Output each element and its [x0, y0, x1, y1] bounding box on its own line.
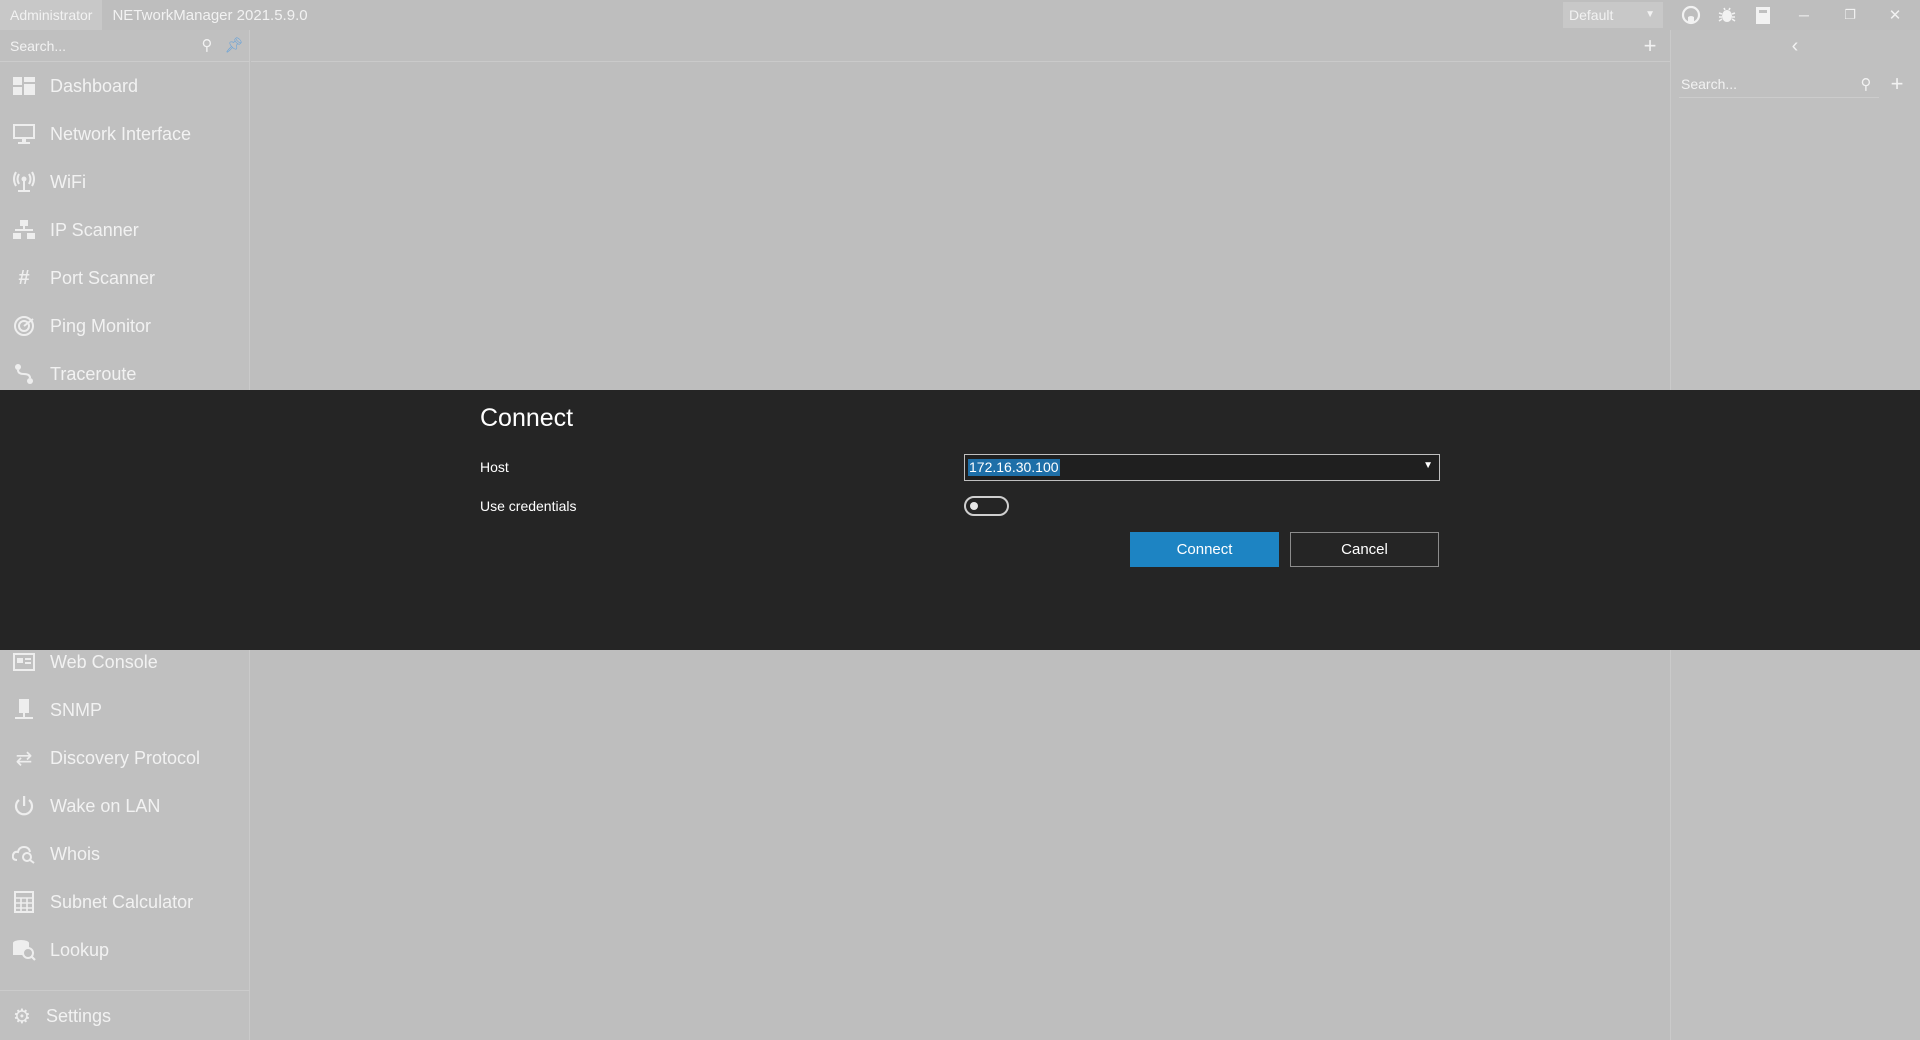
bug-icon[interactable]: [1715, 3, 1739, 27]
lookup-icon: [11, 937, 37, 963]
title-bar: Administrator NETworkManager 2021.5.9.0 …: [0, 0, 1920, 30]
use-credentials-toggle[interactable]: [964, 496, 1009, 516]
sidebar-item-dashboard[interactable]: Dashboard: [0, 66, 250, 106]
sidebar-item-label: Subnet Calculator: [50, 891, 194, 912]
chevron-down-icon: ▼: [1645, 9, 1655, 20]
sidebar-item-label: Network Interface: [50, 123, 192, 144]
sidebar-divider: [0, 990, 250, 991]
minimize-icon[interactable]: ─: [1792, 3, 1816, 27]
host-label: Host: [480, 459, 509, 475]
gear-icon: ⚙: [13, 1005, 31, 1028]
sidebar-search: ⚲ 📌︎: [0, 30, 250, 62]
administrator-badge: Administrator: [0, 0, 103, 30]
sidebar-item-discovery-protocol[interactable]: ⇄ Discovery Protocol: [0, 738, 250, 778]
close-icon[interactable]: ✕: [1883, 3, 1907, 27]
sidebar-item-label: Discovery Protocol: [50, 747, 201, 768]
sidebar-item-wifi[interactable]: WiFi: [0, 162, 250, 202]
sidebar-item-ip-scanner[interactable]: IP Scanner: [0, 210, 250, 250]
profile-select[interactable]: Default ▼: [1563, 2, 1663, 28]
sidebar-item-traceroute[interactable]: Traceroute: [0, 354, 250, 394]
sidebar-search-input[interactable]: [10, 35, 190, 57]
dashboard-icon: [11, 73, 37, 99]
wifi-icon: [11, 169, 37, 195]
network-interface-icon: [11, 121, 37, 147]
github-icon[interactable]: [1679, 3, 1703, 27]
ip-scanner-icon: [11, 217, 37, 243]
sidebar-item-label: IP Scanner: [50, 219, 139, 240]
tab-header: +: [251, 30, 1670, 62]
profile-select-value: Default: [1569, 7, 1614, 23]
search-icon[interactable]: ⚲: [1855, 74, 1877, 96]
sidebar-item-label: Settings: [46, 1005, 112, 1026]
calculator-icon: [11, 889, 37, 915]
sidebar-item-label: WiFi: [50, 171, 86, 192]
connect-button[interactable]: Connect: [1130, 532, 1279, 567]
sidebar-item-ping-monitor[interactable]: Ping Monitor: [0, 306, 250, 346]
sidebar-item-snmp[interactable]: SNMP: [0, 690, 250, 730]
use-credentials-label: Use credentials: [480, 498, 577, 514]
clipboard-icon[interactable]: [1751, 3, 1775, 27]
connect-dialog: Connect Host 172.16.30.100 ▼ Use credent…: [0, 390, 1920, 650]
power-icon: [11, 793, 37, 819]
chevron-down-icon[interactable]: ▼: [1423, 460, 1433, 471]
app-title: NETworkManager 2021.5.9.0: [112, 6, 308, 24]
host-value[interactable]: 172.16.30.100: [968, 459, 1060, 476]
profiles-search-input[interactable]: [1679, 72, 1839, 96]
sidebar-item-label: Whois: [50, 843, 101, 864]
sidebar-item-label: Traceroute: [50, 363, 137, 384]
dialog-title: Connect: [480, 404, 574, 432]
search-icon[interactable]: ⚲: [196, 35, 218, 57]
restore-icon[interactable]: ❐: [1838, 3, 1862, 27]
traceroute-icon: [11, 361, 37, 387]
add-profile-icon[interactable]: +: [1885, 72, 1909, 96]
pin-icon[interactable]: 📌︎: [223, 35, 245, 57]
whois-icon: [11, 841, 37, 867]
add-tab-icon[interactable]: +: [1638, 34, 1662, 58]
sidebar-item-settings[interactable]: ⚙ Settings: [0, 996, 250, 1036]
sidebar-item-subnet-calculator[interactable]: Subnet Calculator: [0, 882, 250, 922]
cancel-button[interactable]: Cancel: [1290, 532, 1439, 567]
snmp-icon: [11, 697, 37, 723]
sidebar-item-whois[interactable]: Whois: [0, 834, 250, 874]
sidebar-item-label: Dashboard: [50, 75, 139, 96]
sidebar-item-label: Port Scanner: [50, 267, 156, 288]
sidebar-item-network-interface[interactable]: Network Interface: [0, 114, 250, 154]
web-console-icon: [11, 649, 37, 675]
host-combobox[interactable]: 172.16.30.100 ▼: [964, 454, 1440, 481]
sidebar-item-label: Wake on LAN: [50, 795, 161, 816]
sidebar-item-label: Lookup: [50, 939, 110, 960]
ping-monitor-icon: [11, 313, 37, 339]
sidebar-item-label: SNMP: [50, 699, 103, 720]
sidebar-item-label: Ping Monitor: [50, 315, 152, 336]
chevron-left-icon[interactable]: ‹: [1783, 34, 1807, 58]
discovery-protocol-icon: ⇄: [15, 747, 33, 770]
sidebar-item-label: Web Console: [50, 651, 158, 672]
toggle-knob: [970, 502, 978, 510]
port-scanner-icon: #: [18, 266, 30, 289]
sidebar-item-port-scanner[interactable]: # Port Scanner: [0, 258, 250, 298]
profiles-search: ⚲: [1679, 72, 1879, 98]
sidebar-item-lookup[interactable]: Lookup: [0, 930, 250, 970]
sidebar-item-wake-on-lan[interactable]: Wake on LAN: [0, 786, 250, 826]
